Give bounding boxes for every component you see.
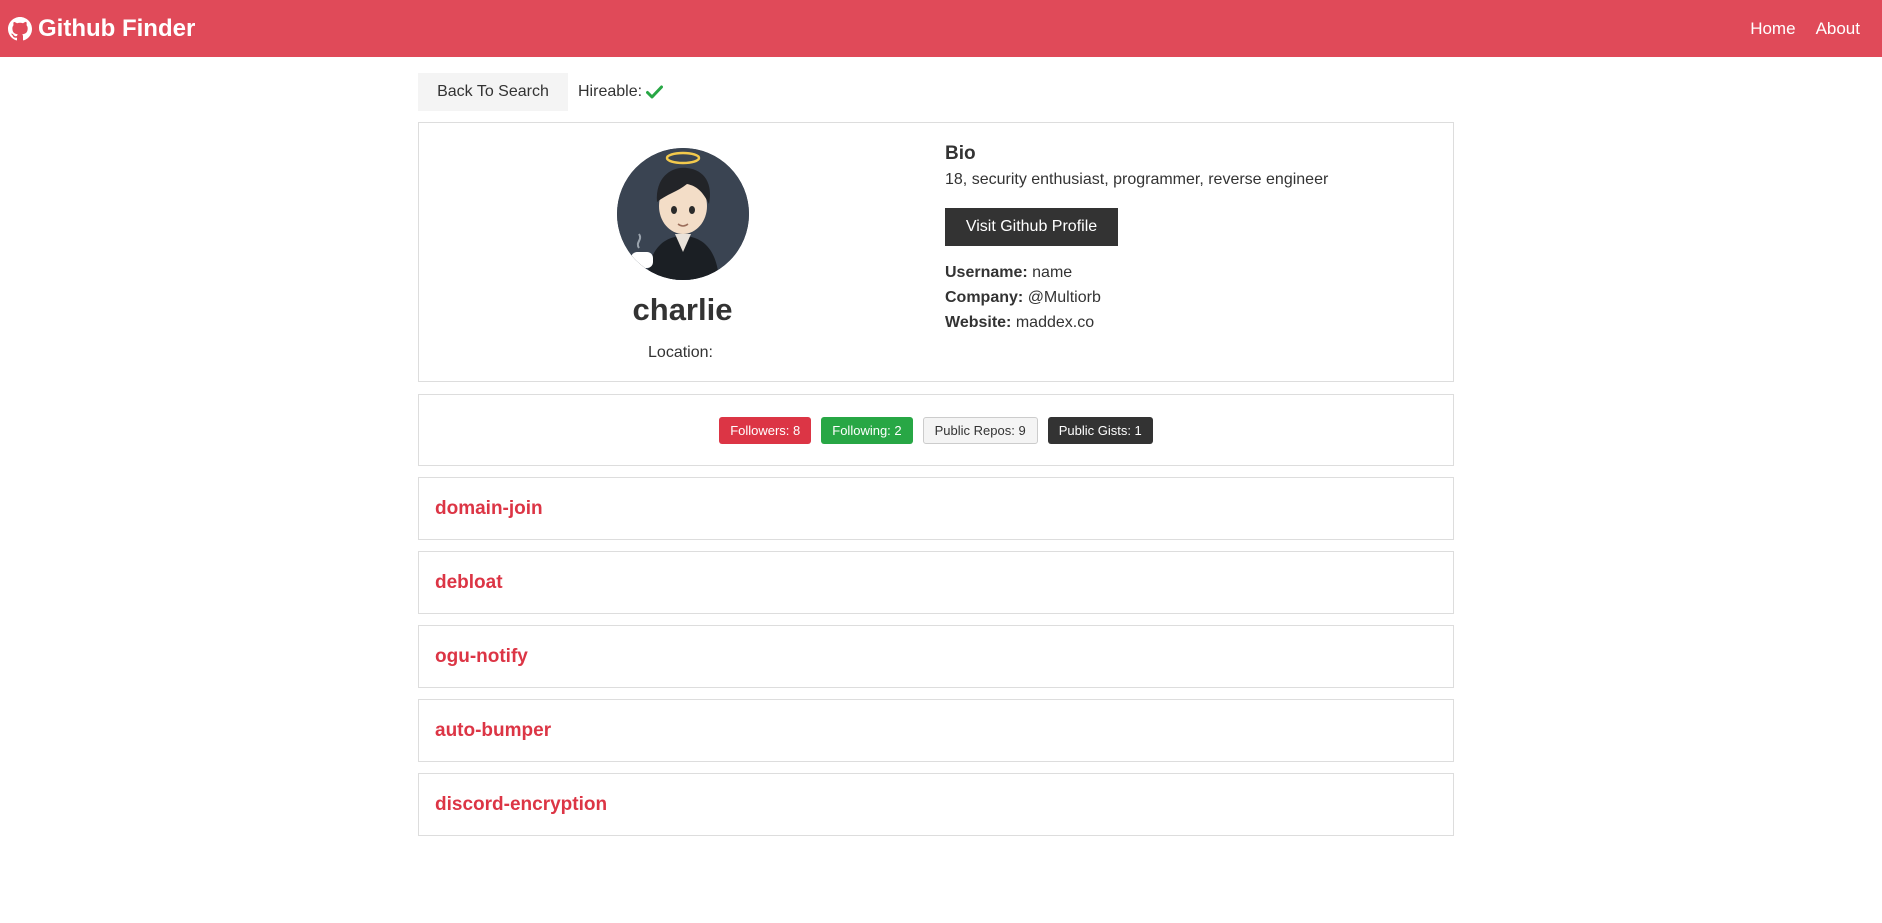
nav-about-link[interactable]: About <box>1806 19 1870 39</box>
bio-text: 18, security enthusiast, programmer, rev… <box>945 171 1329 188</box>
bio-title: Bio <box>945 143 976 164</box>
repo-item: debloat <box>418 551 1454 614</box>
public-repos-badge: Public Repos: 9 <box>922 416 1038 444</box>
check-icon <box>646 85 664 99</box>
website-value: maddex.co <box>1015 314 1095 331</box>
repo-link-domain-join[interactable]: domain-join <box>435 498 543 520</box>
repo-item: discord-encryption <box>418 773 1454 836</box>
hireable-status: Hireable: <box>578 83 664 101</box>
company-row: Company: @Multiorb <box>945 285 1425 310</box>
repo-link-ogu-notify[interactable]: ogu-notify <box>435 646 528 668</box>
profile-location: Location: <box>419 344 946 362</box>
company-label: Company: <box>945 289 1024 306</box>
username-label: Username: <box>945 264 1028 281</box>
website-label: Website: <box>945 314 1012 331</box>
brand-title: Github Finder <box>38 14 196 42</box>
location-label: Location: <box>648 344 713 361</box>
repo-link-debloat[interactable]: debloat <box>435 572 503 594</box>
website-row: Website: maddex.co <box>945 310 1425 335</box>
repo-link-discord-encryption[interactable]: discord-encryption <box>435 794 607 816</box>
nav-links: Home About <box>1740 19 1870 39</box>
toolbar: Back To Search Hireable: <box>418 73 664 111</box>
repo-item: ogu-notify <box>418 625 1454 688</box>
username-row: Username: name <box>945 260 1425 285</box>
repo-item: domain-join <box>418 477 1454 540</box>
navbar: Github Finder Home About <box>0 0 1882 57</box>
repo-link-auto-bumper[interactable]: auto-bumper <box>435 720 551 742</box>
company-value: @Multiorb <box>1027 289 1101 306</box>
username-value: name <box>1032 264 1073 281</box>
stats-card: Followers: 8 Following: 2 Public Repos: … <box>418 394 1454 466</box>
hireable-label: Hireable: <box>578 83 643 100</box>
profile-name: charlie <box>632 292 733 327</box>
back-to-search-button[interactable]: Back To Search <box>418 73 568 111</box>
followers-badge: Followers: 8 <box>719 416 812 444</box>
brand[interactable]: Github Finder <box>8 15 195 43</box>
following-badge: Following: 2 <box>821 416 913 444</box>
repo-item: auto-bumper <box>418 699 1454 762</box>
nav-home-link[interactable]: Home <box>1740 19 1805 39</box>
profile-info-list: Username: name Company: @Multiorb Websit… <box>945 260 1425 335</box>
avatar <box>617 148 749 280</box>
public-gists-badge: Public Gists: 1 <box>1047 416 1153 444</box>
bio-section: Bio 18, security enthusiast, programmer,… <box>945 143 1425 335</box>
github-icon <box>8 16 32 40</box>
visit-github-profile-button[interactable]: Visit Github Profile <box>945 208 1118 246</box>
profile-card: charlie Location: Bio 18, security enthu… <box>418 122 1454 382</box>
